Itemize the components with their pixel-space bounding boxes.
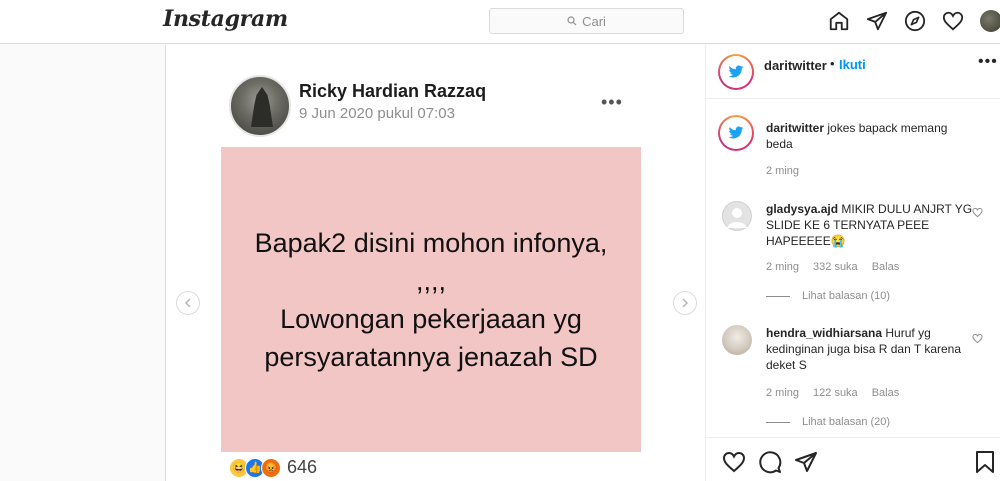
default-user-icon <box>727 208 747 228</box>
comment-meta: 2 ming 332 suka Balas <box>766 261 899 273</box>
comment-bubble-icon[interactable] <box>758 450 782 474</box>
search-placeholder: Cari <box>582 13 606 29</box>
search-icon <box>567 16 577 26</box>
story-ring-avatar[interactable] <box>718 54 754 90</box>
text-card-line: Lowongan pekerjaaan yg <box>280 303 582 334</box>
activity-heart-icon[interactable] <box>942 10 964 32</box>
like-heart-icon[interactable] <box>722 450 746 474</box>
nav-icons <box>828 10 1000 32</box>
header-separator: • <box>830 56 835 71</box>
view-replies-button[interactable]: Lihat balasan (10) <box>766 290 890 302</box>
fb-reactions: 😆 👍 😡 646 <box>229 457 317 478</box>
fb-more-icon: ••• <box>601 92 623 112</box>
angry-reaction-icon: 😡 <box>261 457 281 478</box>
view-replies-label: Lihat balasan (20) <box>802 416 891 428</box>
comment-meta: 2 ming 122 suka Balas <box>766 387 899 399</box>
explore-compass-icon[interactable] <box>904 10 926 32</box>
comment-username[interactable]: daritwitter <box>766 121 824 135</box>
post-media-panel: Ricky Hardian Razzaq 9 Jun 2020 pukul 07… <box>165 45 705 481</box>
replies-dash <box>766 295 790 297</box>
post-image: Ricky Hardian Razzaq 9 Jun 2020 pukul 07… <box>221 57 646 481</box>
carousel-next-button[interactable] <box>673 291 697 315</box>
view-replies-button[interactable]: Lihat balasan (20) <box>766 416 890 428</box>
comment-time[interactable]: 2 ming <box>766 165 799 177</box>
comment-likes[interactable]: 122 suka <box>813 387 858 399</box>
carousel-prev-button[interactable] <box>176 291 200 315</box>
comment-meta: 2 ming <box>766 165 799 177</box>
direct-send-icon[interactable] <box>866 10 888 32</box>
post-username[interactable]: daritwitter <box>764 58 827 73</box>
comment-username[interactable]: hendra_widhiarsana <box>766 326 882 340</box>
post-header: daritwitter • Ikuti ••• <box>706 45 1000 99</box>
comment-body: daritwitter jokes bapack memang beda <box>766 120 976 152</box>
replies-dash <box>766 421 790 423</box>
instagram-logo[interactable]: Instagram <box>163 6 288 32</box>
follow-button[interactable]: Ikuti <box>839 57 866 72</box>
text-card-line: Bapak2 disini mohon infonya, <box>254 227 608 258</box>
twitter-bird-icon <box>728 126 744 139</box>
post-action-bar <box>706 437 1000 481</box>
comment-avatar[interactable] <box>722 325 752 355</box>
comment-time[interactable]: 2 ming <box>766 261 799 273</box>
home-icon[interactable] <box>828 10 850 32</box>
comment-body: gladysya.ajd MIKIR DULU ANJRT YG SLIDE K… <box>766 201 976 249</box>
twitter-bird-icon <box>728 65 744 78</box>
more-options-icon[interactable]: ••• <box>978 53 998 71</box>
comment-time[interactable]: 2 ming <box>766 387 799 399</box>
reply-button[interactable]: Balas <box>872 261 900 273</box>
comment-like-heart-icon[interactable] <box>972 207 983 218</box>
text-card-line: persyaratannya jenazah SD <box>264 341 598 372</box>
profile-avatar[interactable] <box>980 10 1000 32</box>
view-replies-label: Lihat balasan (10) <box>802 290 891 302</box>
top-navigation-bar: Instagram Cari <box>0 0 1000 44</box>
post-comments-panel: daritwitter • Ikuti ••• daritwitter joke… <box>705 45 1000 481</box>
reply-button[interactable]: Balas <box>872 387 900 399</box>
comment-body: hendra_widhiarsana Huruf yg kedinginan j… <box>766 325 976 373</box>
comment-avatar[interactable] <box>722 201 752 231</box>
fb-post-date: 9 Jun 2020 pukul 07:03 <box>299 105 455 122</box>
fb-author-avatar <box>229 75 291 137</box>
save-bookmark-icon[interactable] <box>974 450 996 474</box>
comment-likes[interactable]: 332 suka <box>813 261 858 273</box>
fb-author-name: Ricky Hardian Razzaq <box>299 81 487 101</box>
comment-like-heart-icon[interactable] <box>972 333 983 344</box>
share-send-icon[interactable] <box>794 450 818 474</box>
reactions-count: 646 <box>287 457 318 477</box>
search-input[interactable]: Cari <box>489 8 684 34</box>
chevron-right-icon <box>682 298 689 308</box>
comment-username[interactable]: gladysya.ajd <box>766 202 838 216</box>
caption-avatar[interactable] <box>718 115 754 151</box>
text-card: Bapak2 disini mohon infonya, ,,,, Lowong… <box>221 147 641 452</box>
chevron-left-icon <box>184 298 191 308</box>
text-card-line: ,,,, <box>415 265 446 296</box>
